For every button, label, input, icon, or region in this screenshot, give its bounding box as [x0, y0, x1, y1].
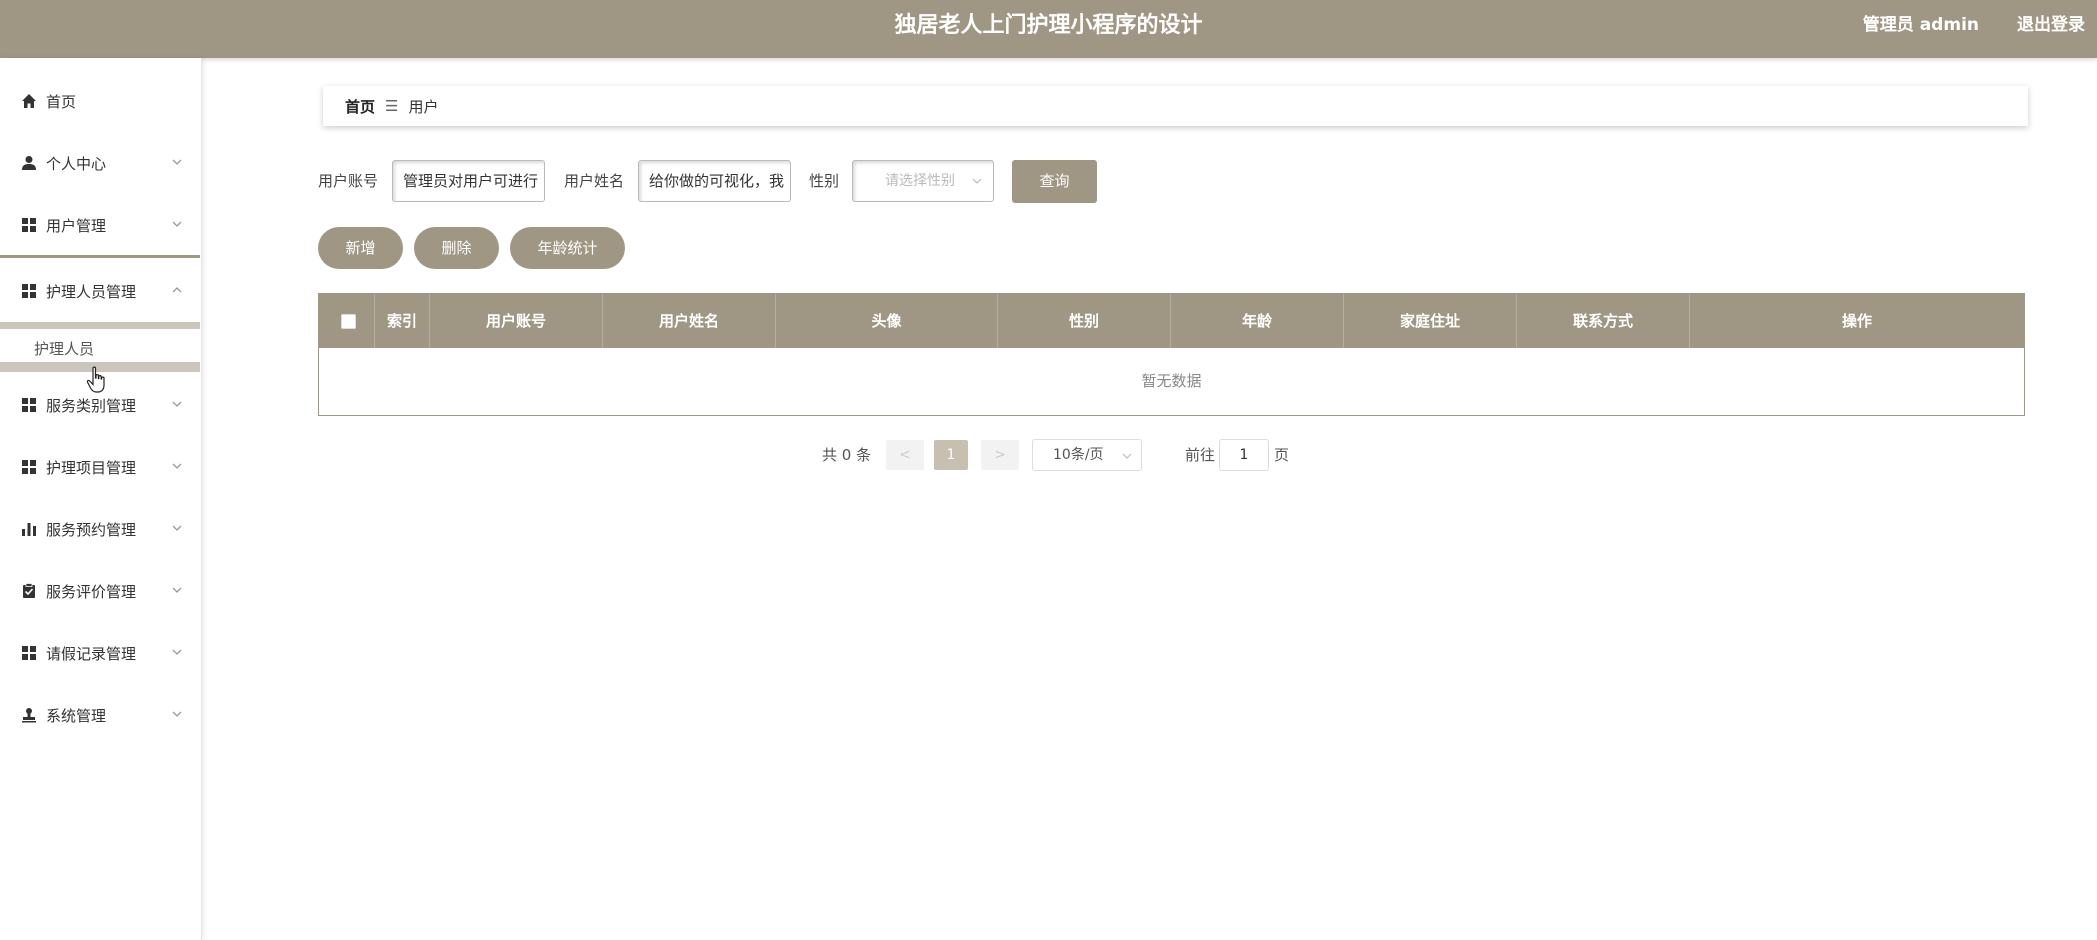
chevron-down-icon	[172, 401, 182, 407]
sidebar-subitem-label: 护理人员	[34, 339, 95, 358]
sidebar-item-care-project[interactable]: 护理项目管理	[0, 447, 200, 487]
sidebar-item-label: 用户管理	[46, 216, 107, 235]
account-input[interactable]: 管理员对用户可进行	[392, 160, 545, 202]
top-bar: 独居老人上门护理小程序的设计 管理员 admin 退出登录	[0, 0, 2097, 58]
sidebar-item-home[interactable]: 首页	[0, 81, 200, 121]
next-page-button[interactable]: >	[981, 440, 1019, 470]
chevron-down-icon	[972, 178, 982, 184]
page-number[interactable]: 1	[934, 440, 968, 470]
chevron-down-icon	[172, 159, 182, 165]
sidebar-item-service-booking[interactable]: 服务预约管理	[0, 509, 200, 549]
grid-icon	[20, 282, 38, 300]
table-header: 索引 用户账号 用户姓名 头像 性别 年龄 家庭住址 联系方式 操作	[319, 294, 2024, 348]
add-button[interactable]: 新增	[318, 227, 403, 269]
column-header: 用户姓名	[603, 294, 776, 348]
home-icon	[20, 92, 38, 110]
app-title: 独居老人上门护理小程序的设计	[894, 13, 1203, 38]
grid-icon	[20, 396, 38, 414]
goto-page-input[interactable]: 1	[1219, 439, 1269, 471]
sidebar-item-leave-record[interactable]: 请假记录管理	[0, 633, 200, 673]
chevron-down-icon	[1122, 453, 1132, 459]
column-header: 性别	[998, 294, 1171, 348]
grid-icon	[20, 644, 38, 662]
column-header: 家庭住址	[1344, 294, 1517, 348]
sidebar-item-label: 护理项目管理	[46, 458, 137, 477]
user-table: 索引 用户账号 用户姓名 头像 性别 年龄 家庭住址 联系方式 操作 暂无数据	[318, 293, 2025, 416]
page-unit-label: 页	[1274, 446, 1290, 464]
select-all-checkbox[interactable]	[341, 314, 356, 329]
stamp-icon	[20, 706, 38, 724]
breadcrumb: 首页 ☰ 用户	[323, 86, 2028, 126]
column-header: 用户账号	[430, 294, 603, 348]
bar-chart-icon	[20, 520, 38, 538]
pagination-total: 共 0 条	[822, 446, 872, 464]
name-input[interactable]: 给你做的可视化，我	[638, 160, 791, 202]
sidebar-item-service-review[interactable]: 服务评价管理	[0, 571, 200, 611]
sidebar-item-label: 护理人员管理	[46, 282, 137, 301]
chevron-down-icon	[172, 649, 182, 655]
sidebar-item-label: 服务预约管理	[46, 520, 137, 539]
column-header: 联系方式	[1517, 294, 1690, 348]
breadcrumb-separator: ☰	[385, 97, 399, 115]
sidebar-item-label: 请假记录管理	[46, 644, 137, 663]
sidebar-item-user-management[interactable]: 用户管理	[0, 205, 200, 245]
sidebar-item-label: 个人中心	[46, 154, 107, 173]
person-icon	[20, 154, 38, 172]
sidebar: 首页 个人中心 用户管理 护理人员管理 护理人员 服务类别管理 护理项目管理 服…	[0, 58, 202, 940]
chevron-down-icon	[172, 221, 182, 227]
column-header: 年龄	[1171, 294, 1344, 348]
grid-icon	[20, 458, 38, 476]
chevron-down-icon	[172, 711, 182, 717]
chevron-up-icon	[172, 287, 182, 293]
select-all-column	[319, 294, 375, 348]
column-header: 操作	[1841, 312, 1872, 330]
goto-label: 前往	[1185, 446, 1216, 464]
sidebar-item-label: 服务类别管理	[46, 396, 137, 415]
logout-button[interactable]: 退出登录	[2017, 0, 2085, 50]
sidebar-item-personal-center[interactable]: 个人中心	[0, 143, 200, 183]
gender-select[interactable]: 请选择性别	[852, 160, 994, 202]
gender-select-placeholder: 请选择性别	[885, 173, 955, 189]
sidebar-item-system-management[interactable]: 系统管理	[0, 695, 200, 735]
grid-icon	[20, 216, 38, 234]
column-header: 头像	[776, 294, 998, 348]
sidebar-item-label: 系统管理	[46, 706, 107, 725]
breadcrumb-current: 用户	[408, 97, 439, 116]
sidebar-item-nurse-management[interactable]: 护理人员管理	[0, 271, 200, 311]
page-size-select[interactable]: 10条/页	[1032, 439, 1142, 471]
clipboard-check-icon	[20, 582, 38, 600]
chevron-down-icon	[172, 463, 182, 469]
account-label: 用户账号	[318, 172, 379, 190]
chevron-down-icon	[172, 525, 182, 531]
gender-label: 性别	[809, 172, 840, 190]
age-stats-button[interactable]: 年龄统计	[510, 227, 625, 269]
current-user: 管理员 admin	[1862, 15, 1979, 35]
breadcrumb-home[interactable]: 首页	[345, 96, 375, 117]
chevron-down-icon	[172, 587, 182, 593]
name-label: 用户姓名	[564, 172, 625, 190]
hand-cursor-icon	[86, 366, 105, 393]
sidebar-item-label: 服务评价管理	[46, 582, 137, 601]
empty-state: 暂无数据	[1141, 372, 1202, 390]
page-size-value: 10条/页	[1053, 447, 1104, 463]
query-button[interactable]: 查询	[1012, 160, 1097, 203]
delete-button[interactable]: 删除	[414, 227, 499, 269]
column-header: 索引	[375, 294, 430, 348]
prev-page-button[interactable]: <	[886, 440, 924, 470]
menu-divider	[0, 255, 200, 258]
sidebar-item-label: 首页	[46, 92, 77, 111]
